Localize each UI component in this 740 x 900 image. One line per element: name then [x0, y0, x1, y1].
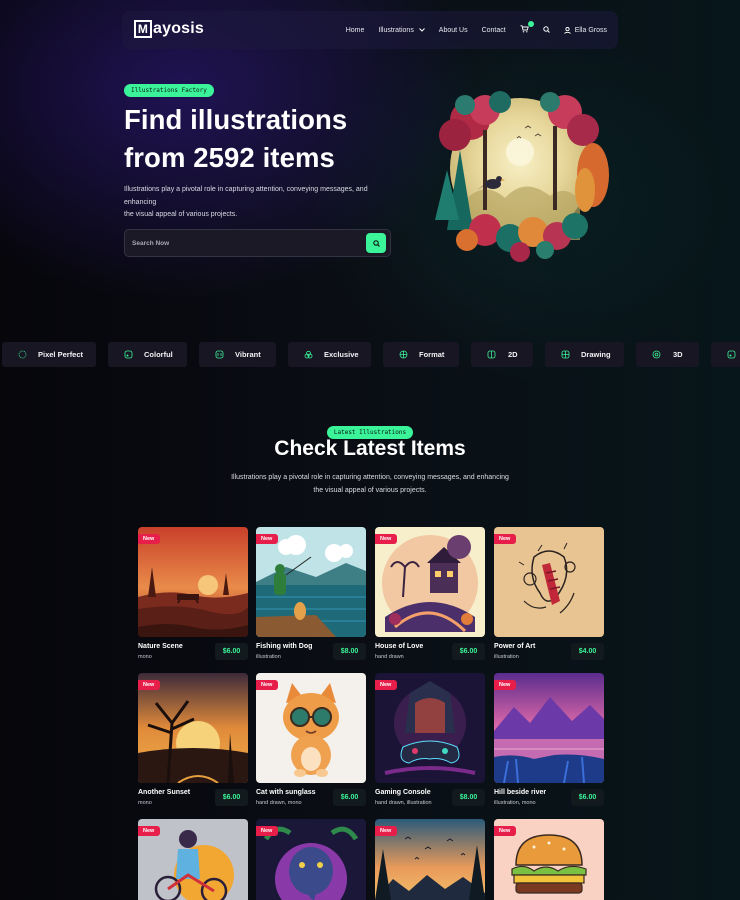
product-price: $6.00: [571, 789, 604, 806]
product-category: illustration, mono: [494, 800, 536, 806]
feature-chip-label: Format: [419, 350, 445, 359]
cart-button[interactable]: [520, 21, 534, 35]
product-price: $6.00: [215, 789, 248, 806]
gem-icon: [304, 350, 313, 359]
pixel-icon: [18, 350, 27, 359]
format-icon: [399, 350, 408, 359]
feature-chip-label: Drawing: [581, 350, 611, 359]
new-badge: New: [256, 534, 279, 544]
feature-chip-2d: 2D: [471, 342, 533, 367]
product-category: hand drawn, illustration: [375, 800, 432, 806]
section-description: Illustrations play a pivotal role in cap…: [225, 472, 515, 497]
cart-icon: [520, 25, 529, 33]
user-account[interactable]: Ella Gross: [563, 26, 607, 34]
section-title: Check Latest Items: [274, 437, 466, 460]
product-price: $6.00: [215, 643, 248, 660]
product-price: $8.00: [333, 643, 366, 660]
new-badge: New: [138, 826, 161, 836]
feature-chips-strip: Pixel Perfect Colorful Vibrant Exclusive…: [0, 342, 740, 368]
feature-chip-partial: [711, 342, 740, 367]
logo-mark: M: [134, 20, 152, 38]
product-category: mono: [138, 654, 152, 660]
square-icon: [487, 350, 496, 359]
top-navigation-bar: M ayosis Home Illustrations About Us Con…: [122, 11, 618, 49]
palette-icon: [727, 350, 736, 359]
product-category: illustration: [494, 654, 519, 660]
hero-description-line-2: the visual appeal of various projects.: [124, 211, 238, 218]
hero-title: Find illustrations from 2592 items: [124, 101, 424, 177]
search-button[interactable]: [543, 25, 550, 35]
product-title[interactable]: Fishing with Dog: [256, 643, 312, 650]
product-title[interactable]: Power of Art: [494, 643, 535, 650]
feature-chip-label: Pixel Perfect: [38, 350, 84, 359]
cube-icon: [652, 350, 661, 359]
section-description-line-1: Illustrations play a pivotal role in cap…: [231, 474, 509, 481]
feature-chip-vibrant: Vibrant: [199, 342, 276, 367]
new-badge: New: [494, 534, 517, 544]
product-category: illustration: [256, 654, 281, 660]
feature-chip-label: Exclusive: [324, 350, 359, 359]
product-title[interactable]: House of Love: [375, 643, 423, 650]
nav-about[interactable]: About Us: [439, 27, 468, 34]
new-badge: New: [138, 534, 161, 544]
brand-logo[interactable]: M ayosis: [134, 20, 204, 38]
vibrant-icon: [215, 350, 224, 359]
hero-description-line-1: Illustrations play a pivotal role in cap…: [124, 186, 368, 206]
feature-chip-colorful: Colorful: [108, 342, 187, 367]
hero-search-bar: [124, 229, 391, 257]
main-menu: Home Illustrations About Us Contact Ella…: [346, 11, 607, 49]
new-badge: New: [256, 680, 279, 690]
nav-contact[interactable]: Contact: [482, 27, 506, 34]
new-badge: New: [494, 826, 517, 836]
product-title[interactable]: Hill beside river: [494, 789, 546, 796]
search-input[interactable]: [132, 230, 352, 256]
product-price: $6.00: [333, 789, 366, 806]
cart-notification-dot: [527, 21, 534, 27]
feature-chip-label: 2D: [508, 350, 518, 359]
nav-home[interactable]: Home: [346, 27, 365, 34]
user-name: Ella Gross: [574, 26, 607, 34]
user-icon: [563, 26, 571, 34]
product-title[interactable]: Cat with sunglass: [256, 789, 316, 796]
hero-title-line-2: from 2592 items: [124, 142, 335, 173]
feature-chip-3d: 3D: [636, 342, 699, 367]
product-price: $8.00: [452, 789, 485, 806]
product-title[interactable]: Nature Scene: [138, 643, 183, 650]
product-category: hand drawn, mono: [256, 800, 302, 806]
section-description-line-2: the visual appeal of various projects.: [313, 486, 427, 494]
new-badge: New: [375, 826, 398, 836]
logo-text: ayosis: [153, 20, 205, 37]
feature-chip-label: Vibrant: [235, 350, 261, 359]
new-badge: New: [256, 826, 279, 836]
new-badge: New: [375, 680, 398, 690]
hero-title-line-1: Find illustrations: [124, 104, 348, 135]
hero-description: Illustrations play a pivotal role in cap…: [124, 184, 388, 222]
new-badge: New: [138, 680, 161, 690]
search-icon: [372, 239, 380, 247]
feature-chip-pixel-perfect: Pixel Perfect: [2, 342, 96, 367]
feature-chip-drawing: Drawing: [545, 342, 624, 367]
new-badge: New: [375, 534, 398, 544]
hero-tag-pill: Illustrations Factory: [124, 84, 214, 97]
feature-chip-label: Colorful: [144, 350, 173, 359]
nav-illustrations[interactable]: Illustrations: [378, 26, 425, 34]
feature-chip-label: 3D: [673, 350, 683, 359]
feature-chip-format: Format: [383, 342, 459, 367]
product-title[interactable]: Gaming Console: [375, 789, 431, 796]
drawing-icon: [561, 350, 570, 359]
nav-illustrations-label: Illustrations: [378, 26, 414, 34]
hero-forest-illustration: [425, 80, 615, 275]
product-title[interactable]: Another Sunset: [138, 789, 190, 796]
product-price: $4.00: [571, 643, 604, 660]
chevron-down-icon: [418, 27, 425, 32]
search-submit-button[interactable]: [366, 233, 386, 253]
product-category: mono: [138, 800, 152, 806]
new-badge: New: [494, 680, 517, 690]
palette-icon: [124, 350, 133, 359]
feature-chip-exclusive: Exclusive: [288, 342, 371, 367]
product-category: hand drawn: [375, 654, 404, 660]
search-icon: [543, 25, 550, 33]
product-price: $6.00: [452, 643, 485, 660]
